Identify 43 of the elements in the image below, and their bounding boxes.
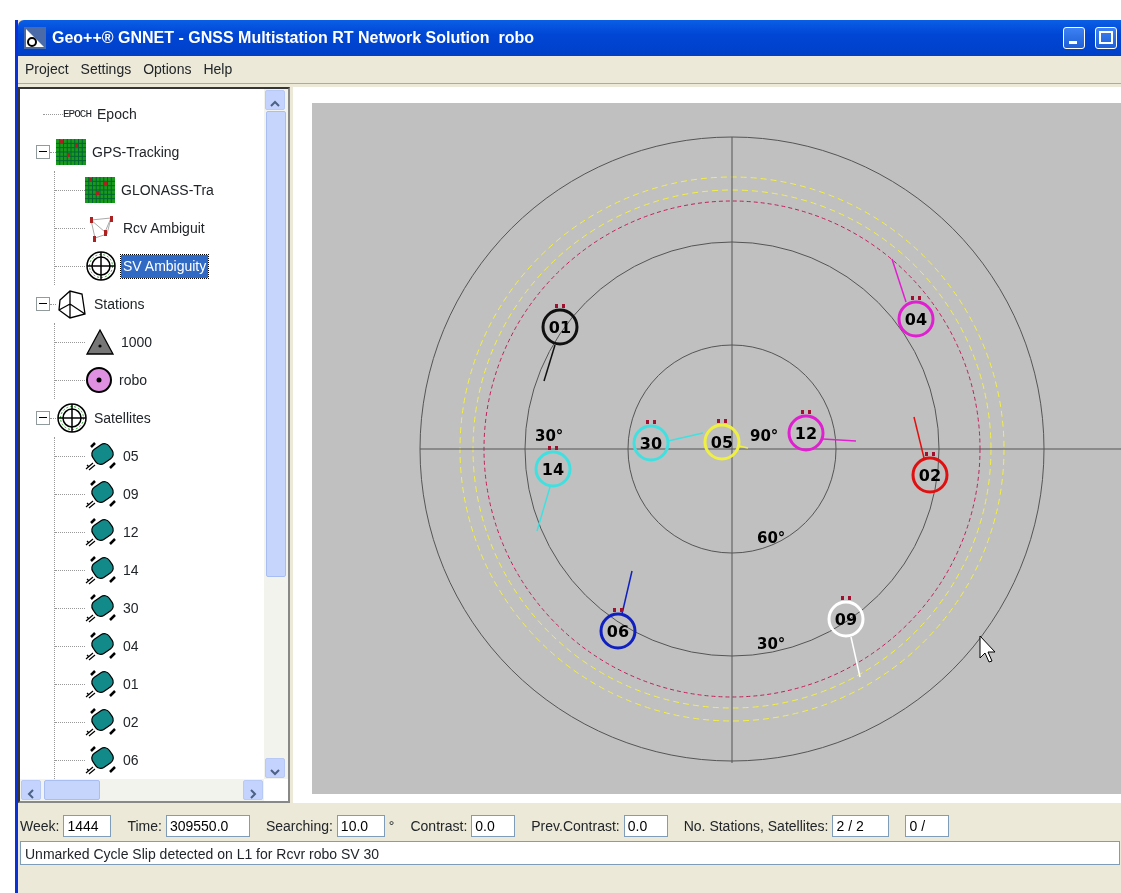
input-field[interactable]: 0.0: [471, 815, 516, 837]
tree-item[interactable]: 02: [121, 710, 141, 734]
input-field[interactable]: 10.0: [336, 815, 385, 837]
tree-item[interactable]: Stations: [92, 292, 147, 316]
window-title: Geo++® GNNET - GNSS Multistation RT Network Solution robo: [52, 28, 535, 48]
tree-item[interactable]: GPS-Tracking: [90, 140, 182, 164]
tree-item[interactable]: Satellites: [92, 406, 153, 430]
input-field[interactable]: 2 / 2: [832, 815, 890, 837]
tree-item[interactable]: robo: [117, 368, 150, 392]
tree-item[interactable]: 1000: [119, 330, 155, 354]
elevation-label: 30°: [535, 427, 564, 445]
tree-item[interactable]: Epoch: [95, 102, 139, 126]
elevation-label: 60°: [757, 529, 786, 547]
field-label: Prev.Contrast:: [531, 816, 620, 836]
field-label: Contrast:: [410, 816, 468, 836]
tree-item[interactable]: 06: [121, 748, 141, 772]
tree-item[interactable]: 04: [121, 634, 141, 658]
input-field[interactable]: 309550.0: [165, 815, 250, 837]
tree-item[interactable]: SV Ambiguity: [121, 254, 209, 278]
tree-item[interactable]: 14: [121, 558, 141, 582]
tree-item[interactable]: 01: [121, 672, 141, 696]
message-field: Unmarked Cycle Slip detected on L1 for Rcvr robo SV 30: [20, 841, 1120, 865]
field-label: Week:: [20, 816, 60, 836]
input-field[interactable]: 0.0: [623, 815, 668, 837]
unit-label: °: [388, 816, 395, 836]
field-label: Searching:: [265, 816, 333, 836]
epoch-icon: EPOCH: [63, 108, 91, 120]
tree-item[interactable]: GLONASS-Tra: [119, 178, 216, 202]
elevation-label: 90°: [750, 427, 779, 445]
tree-item[interactable]: Rcv Ambiguit: [121, 216, 207, 240]
menu-item[interactable]: Help: [198, 59, 238, 80]
menu-item[interactable]: Settings: [75, 59, 137, 80]
tree-item[interactable]: 12: [121, 520, 141, 544]
menu-item[interactable]: Project: [20, 59, 74, 80]
field-label: Time:: [127, 816, 162, 836]
menu-item[interactable]: Options: [138, 59, 197, 80]
elevation-label: 30°: [757, 635, 786, 653]
tree-item[interactable]: 30: [121, 596, 141, 620]
input-field[interactable]: 1444: [63, 815, 112, 837]
tree-item[interactable]: 05: [121, 444, 141, 468]
field-label: No. Stations, Satellites:: [683, 816, 829, 836]
input-field[interactable]: 0 /: [905, 815, 950, 837]
tree-item[interactable]: 09: [121, 482, 141, 506]
